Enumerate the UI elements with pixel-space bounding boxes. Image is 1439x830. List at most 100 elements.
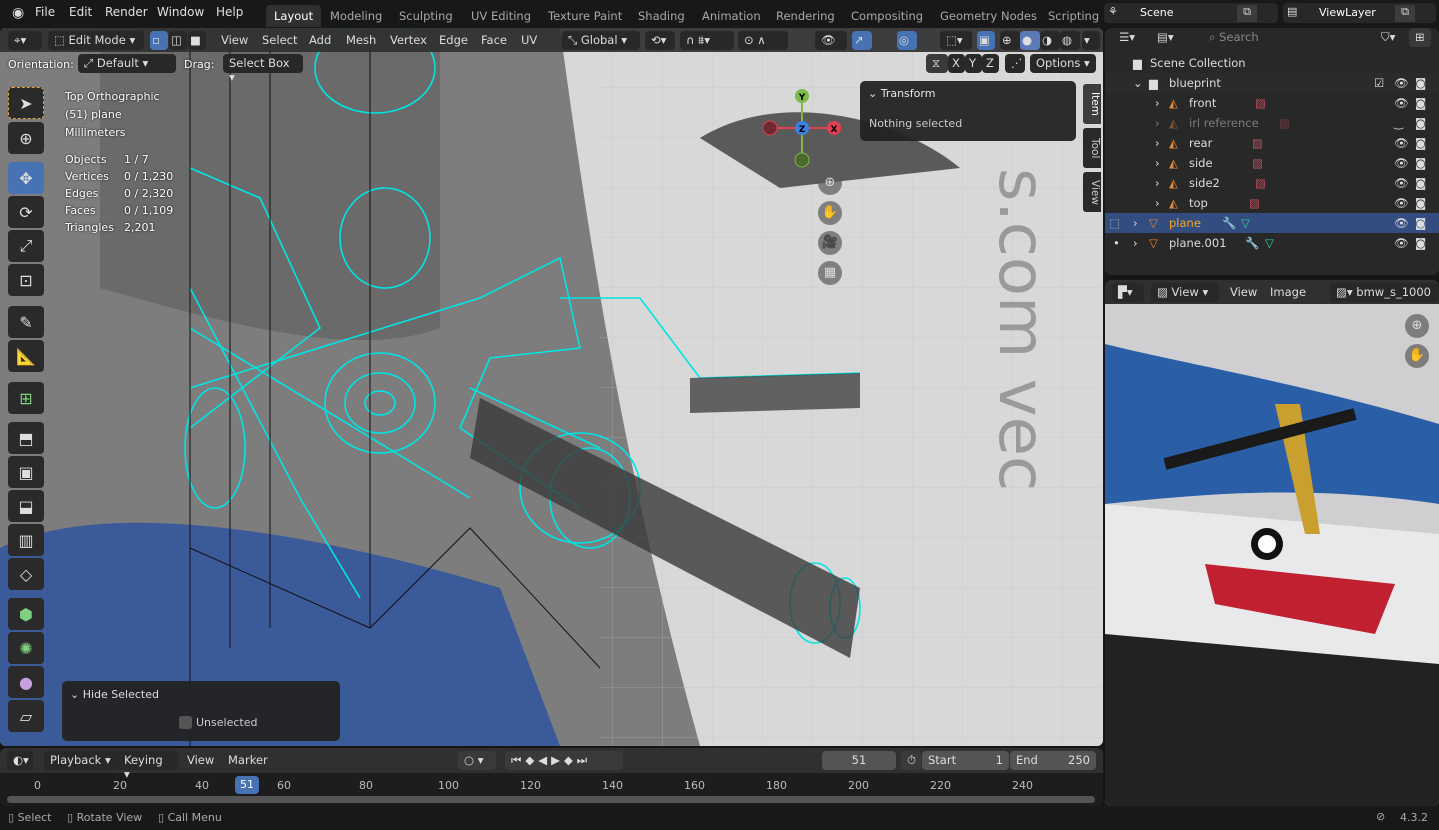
prev-keyframe-icon[interactable]: ◆: [525, 753, 538, 767]
wireframe-shading-button[interactable]: ⊕: [1000, 31, 1020, 50]
menu-mesh[interactable]: Mesh: [346, 33, 376, 47]
tab-tool[interactable]: Tool: [1083, 128, 1101, 168]
menu-help[interactable]: Help: [216, 5, 243, 19]
playhead[interactable]: 51: [235, 776, 259, 794]
tab-uv-editing[interactable]: UV Editing: [463, 5, 539, 27]
menu-window[interactable]: Window: [157, 5, 204, 19]
eye-icon[interactable]: 👁: [1394, 236, 1409, 250]
menu-edit[interactable]: Edit: [69, 5, 92, 19]
tab-geometry-nodes[interactable]: Geometry Nodes: [932, 5, 1045, 27]
options-dropdown[interactable]: Options ▾: [1030, 54, 1096, 73]
knife-tool-icon[interactable]: ◇: [8, 558, 44, 590]
pivot-point-dropdown[interactable]: ⟲▾: [645, 31, 675, 50]
menu-view[interactable]: View: [221, 33, 248, 47]
eye-icon[interactable]: 👁: [1394, 96, 1409, 110]
tab-animation[interactable]: Animation: [694, 5, 769, 27]
outliner-item-side[interactable]: › ◭ side ▨ 👁 ◙: [1105, 153, 1439, 173]
proportional-edit-toggle[interactable]: ⊙ ∧: [738, 31, 788, 50]
mode-dropdown[interactable]: ⬚ Edit Mode ▾: [48, 31, 144, 50]
face-select-button[interactable]: ■: [188, 31, 206, 50]
display-mode-dropdown[interactable]: ▤▾: [1151, 28, 1183, 47]
mirror-icon[interactable]: ⧖: [926, 54, 948, 73]
camera-view-icon[interactable]: 🎥: [818, 231, 842, 255]
scale-tool-icon[interactable]: ⤢: [8, 230, 44, 262]
playback-dropdown[interactable]: Playback ▾: [44, 751, 118, 770]
zoom-icon[interactable]: ⊕: [1405, 314, 1429, 338]
stopwatch-icon[interactable]: ⏱: [901, 751, 921, 770]
tab-modeling[interactable]: Modeling: [322, 5, 390, 27]
mesh-edit-overlay-dropdown[interactable]: ⬚▾: [940, 31, 972, 50]
menu-select[interactable]: Select: [262, 33, 297, 47]
outliner-scene-collection[interactable]: ▆ Scene Collection: [1105, 53, 1439, 73]
tab-scripting[interactable]: Scripting: [1040, 5, 1107, 27]
outliner-collection-blueprint[interactable]: ⌄ ▆ blueprint ☑ 👁 ◙: [1105, 73, 1439, 93]
eye-icon[interactable]: 👁: [1394, 76, 1409, 90]
solid-shading-button[interactable]: ●: [1020, 31, 1040, 50]
shear-tool-icon[interactable]: ▱: [8, 700, 44, 732]
add-cube-tool-icon[interactable]: ⊞: [8, 382, 44, 414]
xray-toggle[interactable]: ▣: [977, 31, 995, 50]
menu-add[interactable]: Add: [309, 33, 331, 47]
filter-dropdown[interactable]: ⛉▾: [1375, 28, 1405, 47]
menu-uv[interactable]: UV: [521, 33, 537, 47]
tab-sculpting[interactable]: Sculpting: [391, 5, 461, 27]
orientation-dropdown[interactable]: ⤢ Default ▾: [78, 54, 176, 73]
menu-view[interactable]: View: [1230, 285, 1257, 299]
camera-icon[interactable]: ◙: [1415, 236, 1426, 250]
eye-icon[interactable]: 👁: [1394, 136, 1409, 150]
edge-select-button[interactable]: ◫: [169, 31, 187, 50]
ortho-grid-icon[interactable]: ▦: [818, 261, 842, 285]
image-selector[interactable]: ▨▾ bmw_s_1000: [1330, 283, 1439, 302]
auto-keying-toggle[interactable]: ○ ▾: [458, 751, 496, 770]
search-input[interactable]: ⌕ Search: [1203, 28, 1321, 47]
extrude-tool-icon[interactable]: ⬒: [8, 422, 44, 454]
poly-build-tool-icon[interactable]: ⬢: [8, 598, 44, 630]
camera-icon[interactable]: ◙: [1415, 96, 1426, 110]
network-off-icon[interactable]: ⊘: [1376, 810, 1385, 823]
menu-edge[interactable]: Edge: [439, 33, 468, 47]
tab-shading[interactable]: Shading: [630, 5, 693, 27]
move-tool-icon[interactable]: ✥: [8, 162, 44, 194]
image-editor[interactable]: ▛▾ ▨ View ▾ View Image ▨▾ bmw_s_1000 ⊕ ✋: [1105, 280, 1439, 806]
measure-tool-icon[interactable]: 📐: [8, 340, 44, 372]
spin-tool-icon[interactable]: ✺: [8, 632, 44, 664]
camera-icon[interactable]: ◙: [1415, 216, 1426, 230]
timeline-scrollbar[interactable]: [7, 796, 1095, 803]
tab-compositing[interactable]: Compositing: [843, 5, 931, 27]
pan-hand-icon[interactable]: ✋: [818, 201, 842, 225]
drag-dropdown[interactable]: Select Box ▾: [223, 54, 303, 84]
eye-closed-icon[interactable]: ‿: [1394, 116, 1403, 130]
play-icon[interactable]: ▶: [551, 753, 564, 767]
menu-image[interactable]: Image: [1270, 285, 1306, 299]
editor-type-button[interactable]: ☰▾: [1113, 28, 1145, 47]
tab-item[interactable]: Item: [1083, 84, 1101, 124]
camera-icon[interactable]: ◙: [1415, 156, 1426, 170]
blender-logo-icon[interactable]: ◉: [12, 5, 24, 21]
new-scene-icon[interactable]: ⧉: [1237, 5, 1257, 22]
camera-icon[interactable]: ◙: [1415, 116, 1426, 130]
transform-orientation-dropdown[interactable]: ⤡ Global ▾: [562, 31, 640, 50]
transform-tool-icon[interactable]: ⊡: [8, 264, 44, 296]
eye-icon[interactable]: 👁: [1394, 156, 1409, 170]
vertex-select-button[interactable]: ▫: [150, 31, 168, 50]
tab-view[interactable]: View: [1083, 172, 1101, 212]
pan-hand-icon[interactable]: ✋: [1405, 344, 1429, 368]
camera-icon[interactable]: ◙: [1415, 196, 1426, 210]
shading-options-dropdown[interactable]: ▾: [1082, 31, 1100, 50]
inset-tool-icon[interactable]: ▣: [8, 456, 44, 488]
new-view-layer-icon[interactable]: ⧉: [1395, 5, 1415, 22]
eye-icon[interactable]: 👁: [1394, 196, 1409, 210]
menu-vertex[interactable]: Vertex: [390, 33, 427, 47]
eye-icon[interactable]: 👁: [1394, 216, 1409, 230]
material-shading-button[interactable]: ◑: [1040, 31, 1060, 50]
outliner-object-plane[interactable]: ⬚ › ▽ plane 🔧 ▽ 👁 ◙: [1105, 213, 1439, 233]
playback-controls[interactable]: ⏮◆◀▶◆⏭: [505, 751, 623, 770]
navigation-gizmo[interactable]: Y X Z: [760, 86, 844, 170]
visibility-dropdown[interactable]: 👁▾: [815, 31, 847, 61]
transform-panel-header[interactable]: ⌄ Transform: [868, 87, 935, 100]
menu-file[interactable]: File: [35, 5, 55, 19]
gizmo-toggle[interactable]: ↗: [852, 31, 872, 50]
overlay-toggle[interactable]: ◎: [897, 31, 917, 50]
loop-cut-tool-icon[interactable]: ▥: [8, 524, 44, 556]
rotate-tool-icon[interactable]: ⟳: [8, 196, 44, 228]
